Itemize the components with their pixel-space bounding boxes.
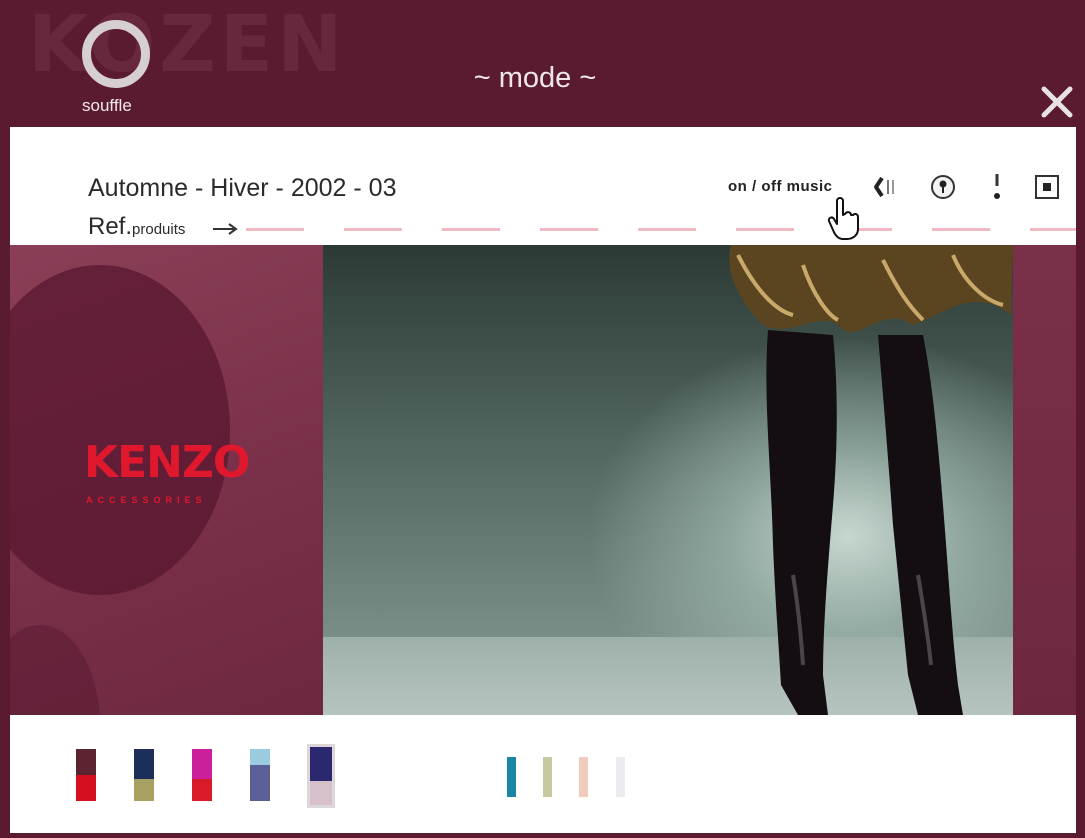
brand-logo-ring bbox=[82, 20, 150, 88]
info-panel: Automne - Hiver - 2002 - 03 Ref.produits… bbox=[10, 127, 1076, 245]
window-icon bbox=[1035, 175, 1059, 199]
mini-swatch[interactable] bbox=[543, 757, 552, 797]
swatch-bottom bbox=[134, 779, 154, 801]
model-boots-image bbox=[729, 245, 1013, 715]
hand-cursor-icon bbox=[827, 197, 859, 240]
color-swatch-selected[interactable] bbox=[307, 744, 335, 808]
ref-label: Ref. bbox=[88, 213, 133, 240]
close-icon bbox=[1041, 86, 1073, 118]
swatch-bottom bbox=[250, 765, 270, 801]
product-photo bbox=[323, 245, 1013, 715]
season-title: Automne - Hiver - 2002 - 03 bbox=[88, 174, 397, 202]
color-swatch-panel bbox=[10, 715, 1076, 833]
brand-wordmark: KOZEN bbox=[28, 0, 347, 90]
color-swatch[interactable] bbox=[134, 749, 154, 801]
speaker-button[interactable] bbox=[872, 172, 902, 202]
section-title: ~ mode ~ bbox=[473, 62, 597, 94]
swatch-top bbox=[310, 747, 332, 781]
swatch-bottom bbox=[192, 779, 212, 801]
app-window: KOZEN souffle ~ mode ~ Automne - Hiver -… bbox=[0, 0, 1085, 838]
right-side-strip bbox=[1013, 245, 1076, 715]
color-swatch[interactable] bbox=[192, 749, 212, 801]
brand-subtitle: souffle bbox=[82, 96, 132, 115]
ref-sublabel: produits bbox=[132, 221, 186, 238]
alert-button[interactable] bbox=[982, 172, 1012, 202]
color-swatch[interactable] bbox=[76, 749, 96, 801]
mini-swatch[interactable] bbox=[616, 757, 625, 797]
arrow-right-icon bbox=[213, 223, 238, 235]
info-icon bbox=[931, 175, 955, 199]
swatch-top bbox=[134, 749, 154, 779]
info-button[interactable] bbox=[928, 172, 958, 202]
fullscreen-button[interactable] bbox=[1032, 172, 1062, 202]
decorative-shape bbox=[10, 625, 100, 715]
music-toggle-button[interactable]: on / off music bbox=[728, 178, 833, 195]
swatch-top bbox=[250, 749, 270, 765]
swatch-bottom bbox=[76, 775, 96, 801]
decorative-shape bbox=[10, 265, 230, 595]
ref-products-link[interactable]: Ref.produits bbox=[88, 213, 185, 241]
mini-swatch[interactable] bbox=[507, 757, 516, 797]
kenzo-logo: KENZO bbox=[84, 437, 250, 488]
close-button[interactable] bbox=[1038, 83, 1076, 121]
swatch-top bbox=[192, 749, 212, 779]
kenzo-logo-subtitle: ACCESSORIES bbox=[86, 495, 207, 505]
brand-side-panel: KENZO ACCESSORIES bbox=[10, 245, 323, 715]
swatch-bottom bbox=[310, 781, 332, 805]
exclamation-icon bbox=[994, 174, 1000, 199]
color-swatch[interactable] bbox=[250, 749, 270, 801]
dashed-divider bbox=[246, 228, 1076, 231]
mini-swatch[interactable] bbox=[579, 757, 588, 797]
speaker-icon bbox=[874, 176, 894, 198]
swatch-top bbox=[76, 749, 96, 775]
